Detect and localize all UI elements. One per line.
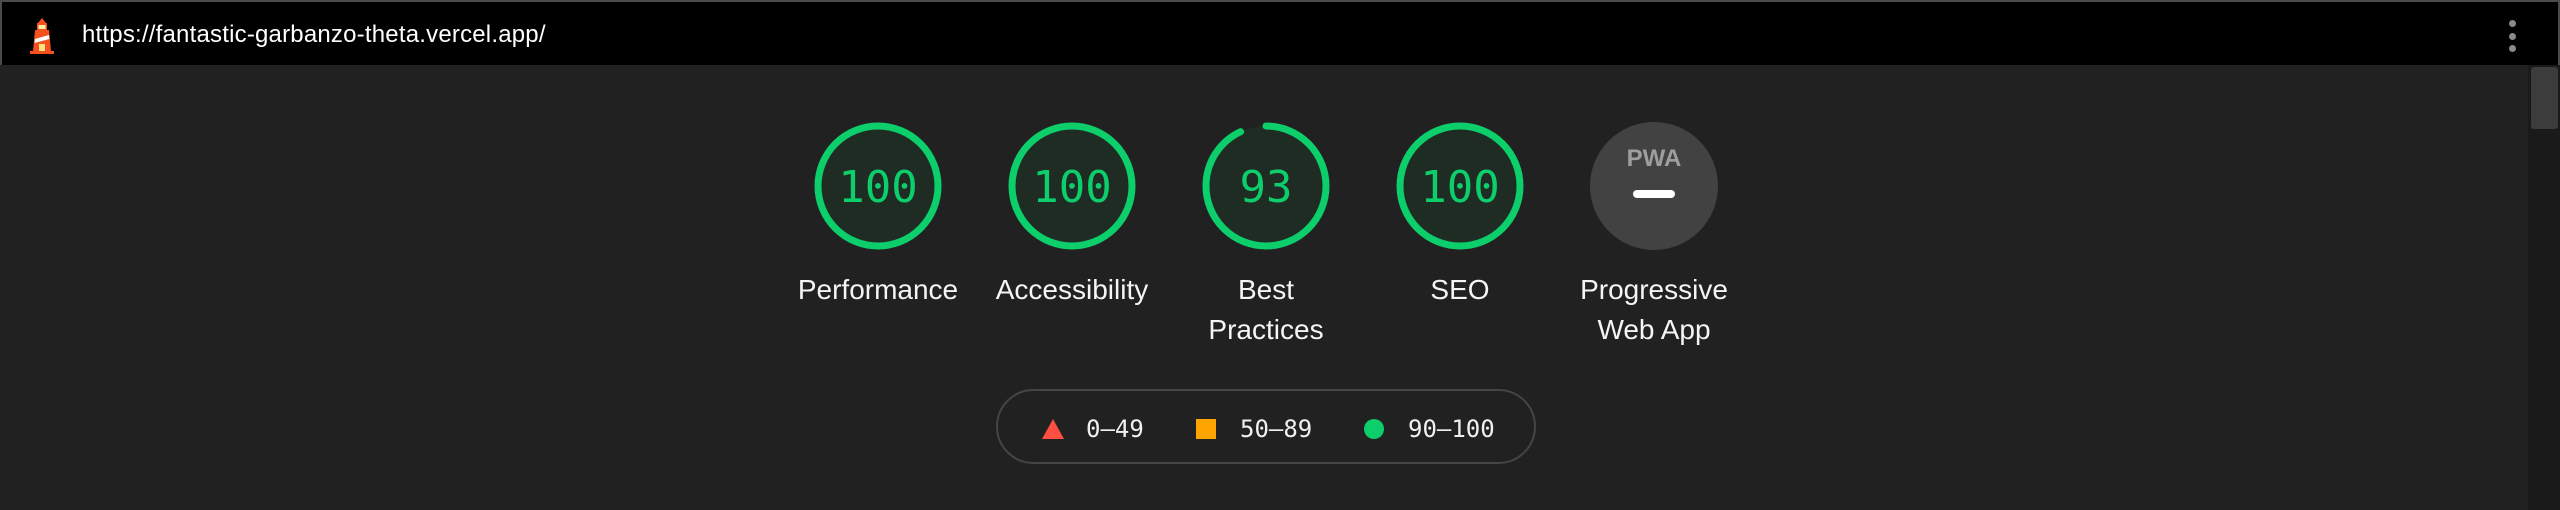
seo-score: 100 <box>1420 162 1499 213</box>
score-legend: 0–49 50–89 90–100 <box>996 389 1536 464</box>
pwa-label: Progressive Web App <box>1524 270 1784 350</box>
kebab-menu-icon[interactable] <box>2498 18 2526 54</box>
seo-score-ring: 100 <box>1396 122 1524 250</box>
pwa-dash-icon <box>1633 190 1675 198</box>
performance-score: 100 <box>838 162 917 213</box>
performance-score-ring: 100 <box>814 122 942 250</box>
seo-gauge[interactable]: 100 SEO <box>1390 120 1530 305</box>
accessibility-score-ring: 100 <box>1008 122 1136 250</box>
green-circle-icon <box>1364 419 1384 439</box>
accessibility-gauge[interactable]: 100 Accessibility <box>996 120 1148 305</box>
pwa-badge-icon: PWA <box>1590 122 1718 250</box>
pwa-badge-text: PWA <box>1627 145 1682 172</box>
best-practices-label-line2: Practices <box>1208 314 1324 345</box>
scrollbar-thumb[interactable] <box>2531 67 2558 129</box>
legend-average-range: 50–89 <box>1240 415 1313 443</box>
best-practices-score-ring: 93 <box>1202 122 1330 250</box>
accessibility-score: 100 <box>1032 162 1111 213</box>
best-practices-gauge[interactable]: 93 Best Practices <box>1196 120 1336 345</box>
lighthouse-icon <box>30 18 54 54</box>
pwa-gauge[interactable]: PWA Progressive Web App <box>1580 120 1728 345</box>
legend-fail-range: 0–49 <box>1086 415 1144 443</box>
menu-dot <box>2508 32 2516 40</box>
performance-gauge[interactable]: 100 Performance <box>798 120 958 305</box>
orange-square-icon <box>1196 419 1216 439</box>
menu-dot <box>2508 45 2516 52</box>
red-triangle-icon <box>1042 419 1064 439</box>
menu-dot <box>2508 20 2516 27</box>
best-practices-score: 93 <box>1240 162 1293 213</box>
pwa-label-line2: Web App <box>1597 314 1711 345</box>
page-url[interactable]: https://fantastic-garbanzo-theta.vercel.… <box>82 21 546 49</box>
top-bar: https://fantastic-garbanzo-theta.vercel.… <box>0 0 2560 65</box>
best-practices-label-line1: Best <box>1237 274 1295 305</box>
scrollbar-track[interactable] <box>2528 65 2560 510</box>
pwa-label-line1: Progressive <box>1580 274 1728 305</box>
legend-pass-range: 90–100 <box>1408 415 1495 443</box>
